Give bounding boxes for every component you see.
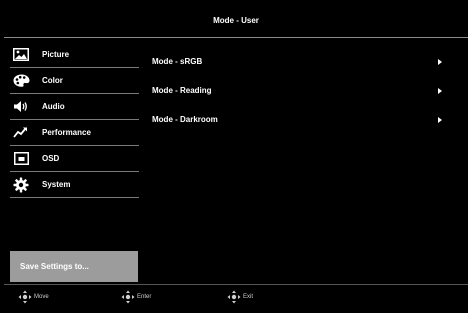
- mode-item-srgb[interactable]: Mode - sRGB: [152, 47, 442, 76]
- sidebar-item-label: System: [42, 180, 71, 189]
- hint-label: Move: [34, 294, 49, 300]
- mode-label: Mode - sRGB: [152, 57, 203, 66]
- title-divider: [4, 37, 468, 38]
- mode-list: Mode - sRGB Mode - Reading Mode - Darkro…: [152, 47, 442, 134]
- chevron-right-icon: [438, 58, 442, 65]
- speaker-icon: [12, 98, 30, 116]
- hint-exit: Exit: [227, 290, 253, 304]
- footer-hints: Move Enter Exit: [4, 287, 468, 307]
- palette-icon: [12, 72, 30, 90]
- mode-label: Mode - Reading: [152, 86, 212, 95]
- gear-icon: [12, 176, 30, 194]
- mode-label: Mode - Darkroom: [152, 115, 218, 124]
- osd-menu: Mode - User Picture Color Audio Performa…: [4, 4, 468, 310]
- sidebar-item-label: Picture: [42, 50, 70, 59]
- title-bar: Mode - User: [4, 4, 468, 37]
- chevron-right-icon: [438, 116, 442, 123]
- hint-label: Enter: [137, 294, 152, 300]
- sidebar-item-performance[interactable]: Performance: [10, 120, 139, 145]
- sidebar-item-label: OSD: [42, 154, 60, 163]
- hint-label: Exit: [243, 294, 254, 300]
- sidebar: Picture Color Audio Performance OSD Syst…: [10, 42, 139, 198]
- sidebar-item-label: Audio: [42, 102, 65, 111]
- sidebar-item-color[interactable]: Color: [10, 68, 139, 93]
- mode-item-darkroom[interactable]: Mode - Darkroom: [152, 105, 442, 134]
- sidebar-item-picture[interactable]: Picture: [10, 42, 139, 67]
- panel-separator: [145, 42, 146, 282]
- mode-item-reading[interactable]: Mode - Reading: [152, 76, 442, 105]
- sidebar-item-label: Performance: [42, 128, 91, 137]
- hint-move: Move: [18, 290, 49, 304]
- dpad-icon: [18, 290, 32, 304]
- save-settings-label: Save Settings to...: [20, 262, 89, 271]
- sidebar-item-system[interactable]: System: [10, 172, 139, 197]
- dpad-icon: [227, 290, 241, 304]
- osd-icon: [12, 150, 30, 168]
- sidebar-divider: [10, 197, 139, 198]
- sidebar-item-label: Color: [42, 76, 63, 85]
- performance-icon: [12, 124, 30, 142]
- picture-icon: [12, 46, 30, 64]
- save-settings-button[interactable]: Save Settings to...: [10, 251, 138, 282]
- page-title: Mode - User: [213, 16, 259, 25]
- footer-divider: [4, 284, 468, 285]
- hint-enter: Enter: [121, 290, 151, 304]
- dpad-icon: [121, 290, 135, 304]
- sidebar-item-audio[interactable]: Audio: [10, 94, 139, 119]
- chevron-right-icon: [438, 87, 442, 94]
- sidebar-item-osd[interactable]: OSD: [10, 146, 139, 171]
